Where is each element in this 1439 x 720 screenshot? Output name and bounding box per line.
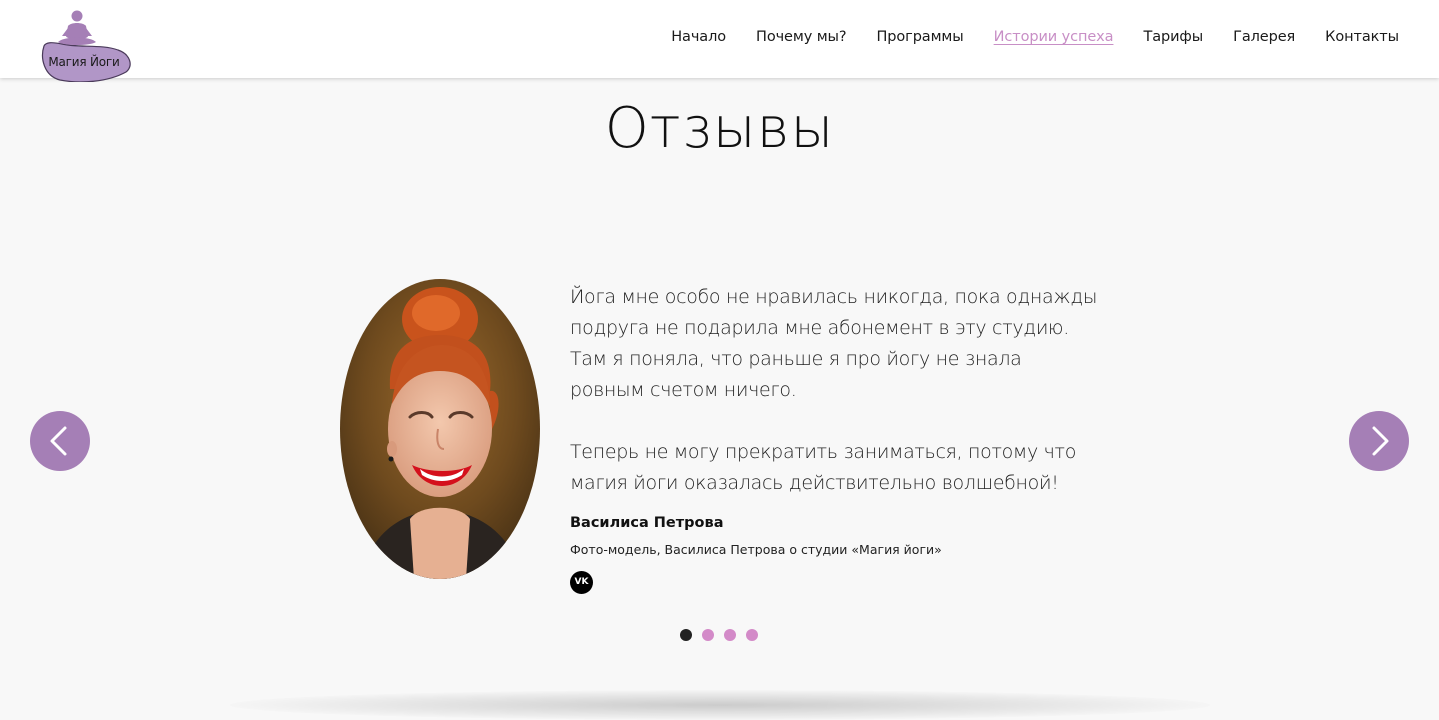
site-header: Магия Йоги Начало Почему мы? Программы И…: [0, 0, 1439, 82]
prev-slide-button[interactable]: [30, 411, 90, 471]
nav-item-contacts[interactable]: Контакты: [1325, 29, 1399, 45]
reviewer-photo: [340, 279, 540, 579]
review-quote: Йога мне особо не нравилась никогда, пок…: [570, 282, 1100, 499]
review-quote-paragraph-1: Йога мне особо не нравилась никогда, пок…: [570, 286, 1098, 401]
reviewer-name: Василиса Петрова: [570, 515, 724, 531]
slider-dot-2[interactable]: [702, 629, 714, 641]
review-quote-paragraph-2: Теперь не могу прекратить заниматься, по…: [570, 441, 1077, 494]
slider-pagination: [680, 629, 758, 641]
nav-item-pricing[interactable]: Тарифы: [1143, 29, 1203, 45]
main-nav: Начало Почему мы? Программы Истории успе…: [671, 29, 1399, 45]
slider-dot-4[interactable]: [746, 629, 758, 641]
nav-item-gallery[interactable]: Галерея: [1233, 29, 1295, 45]
chevron-right-icon: [1372, 426, 1389, 456]
section-divider-shadow: [230, 690, 1210, 720]
slider-dot-1[interactable]: [680, 629, 692, 641]
nav-item-success-stories[interactable]: Истории успеха: [994, 29, 1114, 45]
reviewer-role: Фото-модель, Василиса Петрова о студии «…: [570, 542, 942, 557]
next-slide-button[interactable]: [1349, 411, 1409, 471]
nav-item-home[interactable]: Начало: [671, 29, 726, 45]
nav-item-programs[interactable]: Программы: [877, 29, 964, 45]
nav-item-why-us[interactable]: Почему мы?: [756, 29, 847, 45]
section-title: Отзывы: [604, 96, 835, 161]
slider-dot-3[interactable]: [724, 629, 736, 641]
vk-icon[interactable]: VK: [570, 571, 593, 594]
logo-text: Магия Йоги: [48, 55, 120, 69]
meditating-figure-icon: [41, 10, 131, 82]
logo[interactable]: Магия Йоги: [38, 6, 132, 82]
reviewer-portrait: [340, 279, 540, 579]
chevron-left-icon: [50, 426, 67, 456]
